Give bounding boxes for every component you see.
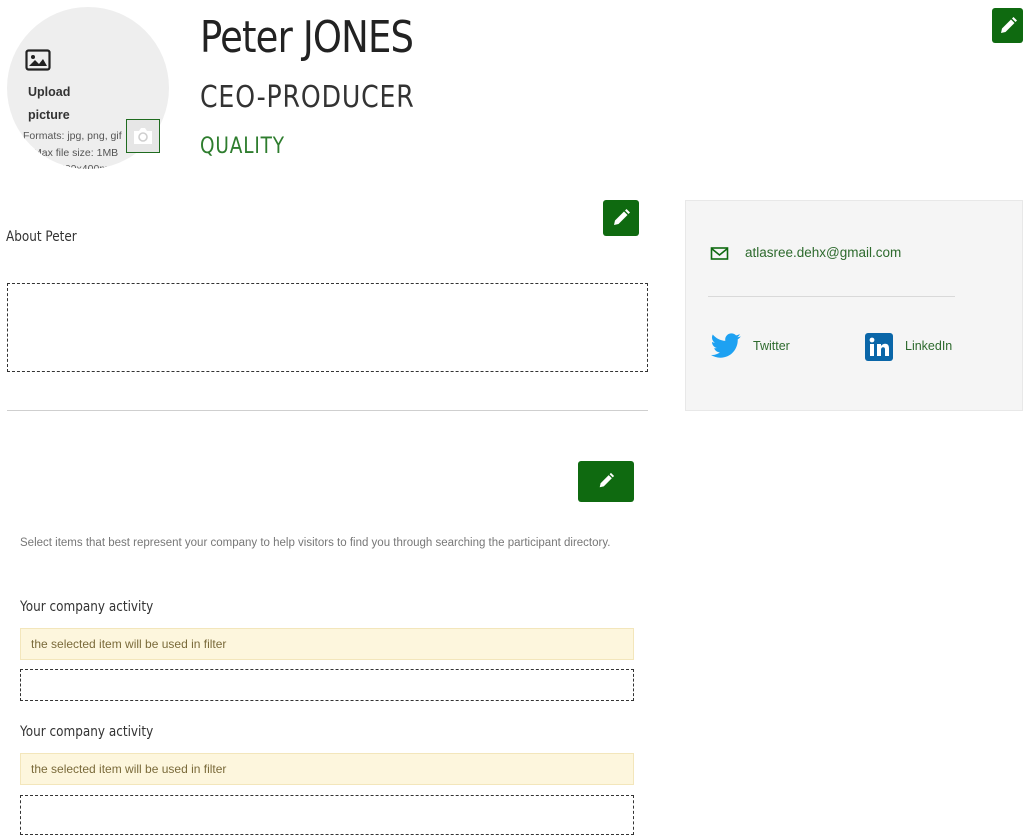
contact-divider bbox=[708, 296, 955, 297]
about-text-box[interactable] bbox=[7, 283, 648, 372]
camera-icon bbox=[134, 128, 152, 144]
edit-about-button[interactable] bbox=[603, 200, 639, 236]
upload-dimensions: 400x400px bbox=[59, 163, 111, 169]
pencil-icon bbox=[1001, 17, 1017, 33]
linkedin-icon[interactable] bbox=[865, 333, 893, 361]
profile-department: QUALITY bbox=[200, 134, 285, 159]
activity-select-box[interactable] bbox=[20, 795, 634, 835]
upload-max-size: Max file size: 1MB bbox=[33, 147, 119, 159]
contact-panel bbox=[685, 200, 1023, 411]
upload-formats: Formats: jpg, png, gif bbox=[23, 130, 122, 142]
activity-label: Your company activity bbox=[20, 599, 154, 615]
activity-hint: the selected item will be used in filter bbox=[20, 753, 634, 785]
activity-select-box[interactable] bbox=[20, 669, 634, 701]
about-label: About Peter bbox=[6, 229, 77, 245]
twitter-link[interactable]: Twitter bbox=[753, 339, 790, 353]
profile-name: Peter JONES bbox=[200, 12, 414, 63]
activity-help-text: Select items that best represent your co… bbox=[20, 537, 611, 549]
camera-button[interactable] bbox=[126, 119, 160, 153]
twitter-icon[interactable] bbox=[710, 333, 742, 365]
activity-hint: the selected item will be used in filter bbox=[20, 628, 634, 660]
linkedin-link[interactable]: LinkedIn bbox=[905, 339, 952, 353]
edit-profile-button[interactable] bbox=[992, 8, 1023, 43]
activity-label: Your company activity bbox=[20, 724, 154, 740]
pencil-icon bbox=[599, 472, 615, 488]
image-icon bbox=[25, 49, 51, 76]
edit-activity-button[interactable] bbox=[578, 461, 634, 502]
email-icon bbox=[710, 246, 730, 267]
upload-picture-label: Upload picture bbox=[28, 85, 71, 122]
section-divider bbox=[7, 410, 648, 411]
pencil-icon bbox=[614, 209, 630, 225]
profile-role: CEO-PRODUCER bbox=[200, 80, 415, 115]
email-link[interactable]: atlasree.dehx@gmail.com bbox=[745, 245, 901, 260]
